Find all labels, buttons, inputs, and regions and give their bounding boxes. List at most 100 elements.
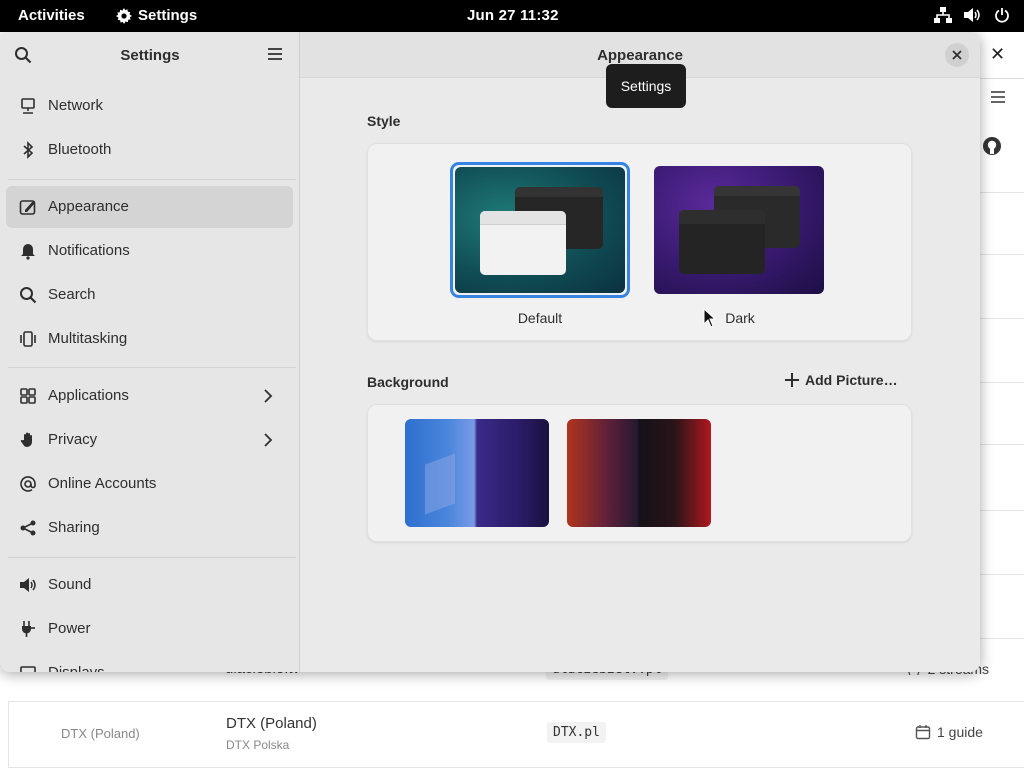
add-picture-label: Add Picture… — [805, 372, 898, 388]
divider — [8, 367, 296, 368]
sidebar-item-label: Multitasking — [48, 330, 128, 347]
sidebar-item-notifications[interactable]: Notifications — [6, 230, 293, 272]
sidebar-item-bluetooth[interactable]: Bluetooth — [6, 129, 293, 171]
gear-icon — [116, 7, 132, 24]
dark-style-preview — [654, 166, 824, 294]
sidebar: Settings Network Bluetooth Appearance No… — [0, 32, 300, 672]
sidebar-item-power[interactable]: Power — [6, 608, 293, 650]
app-name: Settings — [138, 7, 198, 24]
sidebar-item-search[interactable]: Search — [6, 274, 293, 316]
share-icon — [20, 520, 36, 536]
applications-icon — [20, 388, 36, 404]
display-icon — [20, 666, 36, 672]
sidebar-item-label: Notifications — [48, 242, 130, 259]
wallpaper-thumbnail[interactable] — [567, 419, 711, 527]
style-section-title: Style — [367, 113, 401, 129]
hand-icon — [20, 432, 32, 447]
hamburger-menu-icon[interactable] — [990, 90, 1006, 104]
divider — [980, 382, 1024, 383]
close-button[interactable] — [945, 43, 969, 67]
network-icon — [21, 98, 35, 114]
sidebar-item-appearance[interactable]: Appearance — [6, 186, 293, 228]
sidebar-title: Settings — [120, 47, 180, 64]
default-style-preview — [455, 167, 625, 293]
sidebar-item-label: Sound — [48, 576, 92, 593]
clock[interactable]: Jun 27 11:32 — [467, 7, 559, 24]
sidebar-item-label: Displays — [48, 664, 105, 672]
add-picture-button[interactable]: Add Picture… — [785, 372, 898, 388]
divider — [980, 444, 1024, 445]
table-row[interactable]: DTX (Poland) DTX (Poland) DTX Polska DTX… — [8, 702, 1024, 768]
style-option-default[interactable] — [450, 162, 630, 298]
app-menu[interactable]: Settings — [116, 7, 197, 24]
sidebar-item-label: Privacy — [48, 431, 98, 448]
divider — [8, 557, 296, 558]
channel-table: dlaciebie.tv dlaciebietv.pl ⟨·⟩ 2 stream… — [8, 659, 1024, 768]
system-tray[interactable] — [934, 7, 1010, 23]
plus-icon — [785, 373, 799, 387]
sidebar-item-privacy[interactable]: Privacy — [6, 419, 293, 461]
volume-icon — [964, 8, 980, 22]
page-title: Appearance — [597, 47, 683, 64]
close-icon — [952, 50, 962, 60]
guide-count: 1 guide — [937, 724, 983, 740]
style-label-default: Default — [517, 310, 563, 326]
sidebar-item-label: Network — [48, 97, 104, 114]
table-cell: DTX (Poland) — [61, 726, 140, 741]
background-card — [367, 404, 912, 542]
chevron-right-icon — [264, 389, 273, 403]
style-option-dark[interactable] — [654, 166, 824, 294]
sidebar-item-label: Sharing — [48, 519, 100, 536]
style-card: Default Dark — [367, 143, 912, 341]
style-label-dark: Dark — [725, 310, 755, 326]
sidebar-item-label: Appearance — [48, 198, 129, 215]
close-icon[interactable]: ✕ — [990, 44, 1005, 65]
chevron-right-icon — [264, 433, 273, 447]
sidebar-item-applications[interactable]: Applications — [6, 375, 293, 417]
wired-network-icon — [934, 7, 952, 23]
sidebar-item-network[interactable]: Network — [6, 85, 293, 127]
sidebar-item-label: Search — [48, 286, 96, 303]
activities-button[interactable]: Activities — [18, 7, 85, 24]
table-cell: DTX.pl — [547, 722, 606, 743]
at-icon — [20, 476, 36, 492]
sidebar-item-label: Bluetooth — [48, 141, 112, 158]
sidebar-item-label: Power — [48, 620, 91, 637]
power-plug-icon — [22, 621, 35, 637]
sidebar-header: Settings — [0, 32, 300, 78]
sidebar-item-online-accounts[interactable]: Online Accounts — [6, 463, 293, 505]
table-cell: 1 guide — [915, 724, 983, 740]
sidebar-item-multitasking[interactable]: Multitasking — [6, 318, 293, 360]
wallpaper-thumbnail[interactable] — [405, 419, 549, 527]
tooltip: Settings — [606, 64, 686, 108]
divider — [980, 192, 1024, 193]
github-icon[interactable] — [982, 136, 1002, 156]
sidebar-item-displays[interactable]: Displays — [6, 652, 293, 672]
divider — [8, 179, 296, 180]
background-section-title: Background — [367, 374, 449, 390]
sidebar-item-sharing[interactable]: Sharing — [6, 507, 293, 549]
divider — [980, 638, 1024, 639]
divider — [980, 254, 1024, 255]
divider — [980, 78, 1024, 79]
calendar-icon — [915, 725, 931, 740]
sidebar-item-label: Online Accounts — [48, 475, 157, 492]
table-cell: DTX (Poland) — [226, 715, 317, 732]
table-cell: DTX Polska — [226, 738, 290, 752]
sidebar-item-sound[interactable]: Sound — [6, 564, 293, 606]
settings-window: Settings Network Bluetooth Appearance No… — [0, 32, 980, 672]
multitasking-icon — [20, 331, 36, 347]
power-icon — [995, 8, 1009, 23]
sidebar-item-label: Applications — [48, 387, 129, 404]
speaker-icon — [20, 578, 36, 592]
divider — [980, 510, 1024, 511]
bell-icon — [21, 244, 35, 260]
top-bar: Activities Settings Jun 27 11:32 — [0, 0, 1024, 32]
divider — [980, 574, 1024, 575]
bluetooth-icon — [23, 141, 34, 159]
main-panel: Appearance Style Default Dark Background… — [300, 32, 980, 672]
hamburger-menu-icon[interactable] — [267, 47, 283, 61]
search-icon — [20, 287, 37, 304]
divider — [980, 318, 1024, 319]
appearance-icon — [19, 200, 36, 215]
